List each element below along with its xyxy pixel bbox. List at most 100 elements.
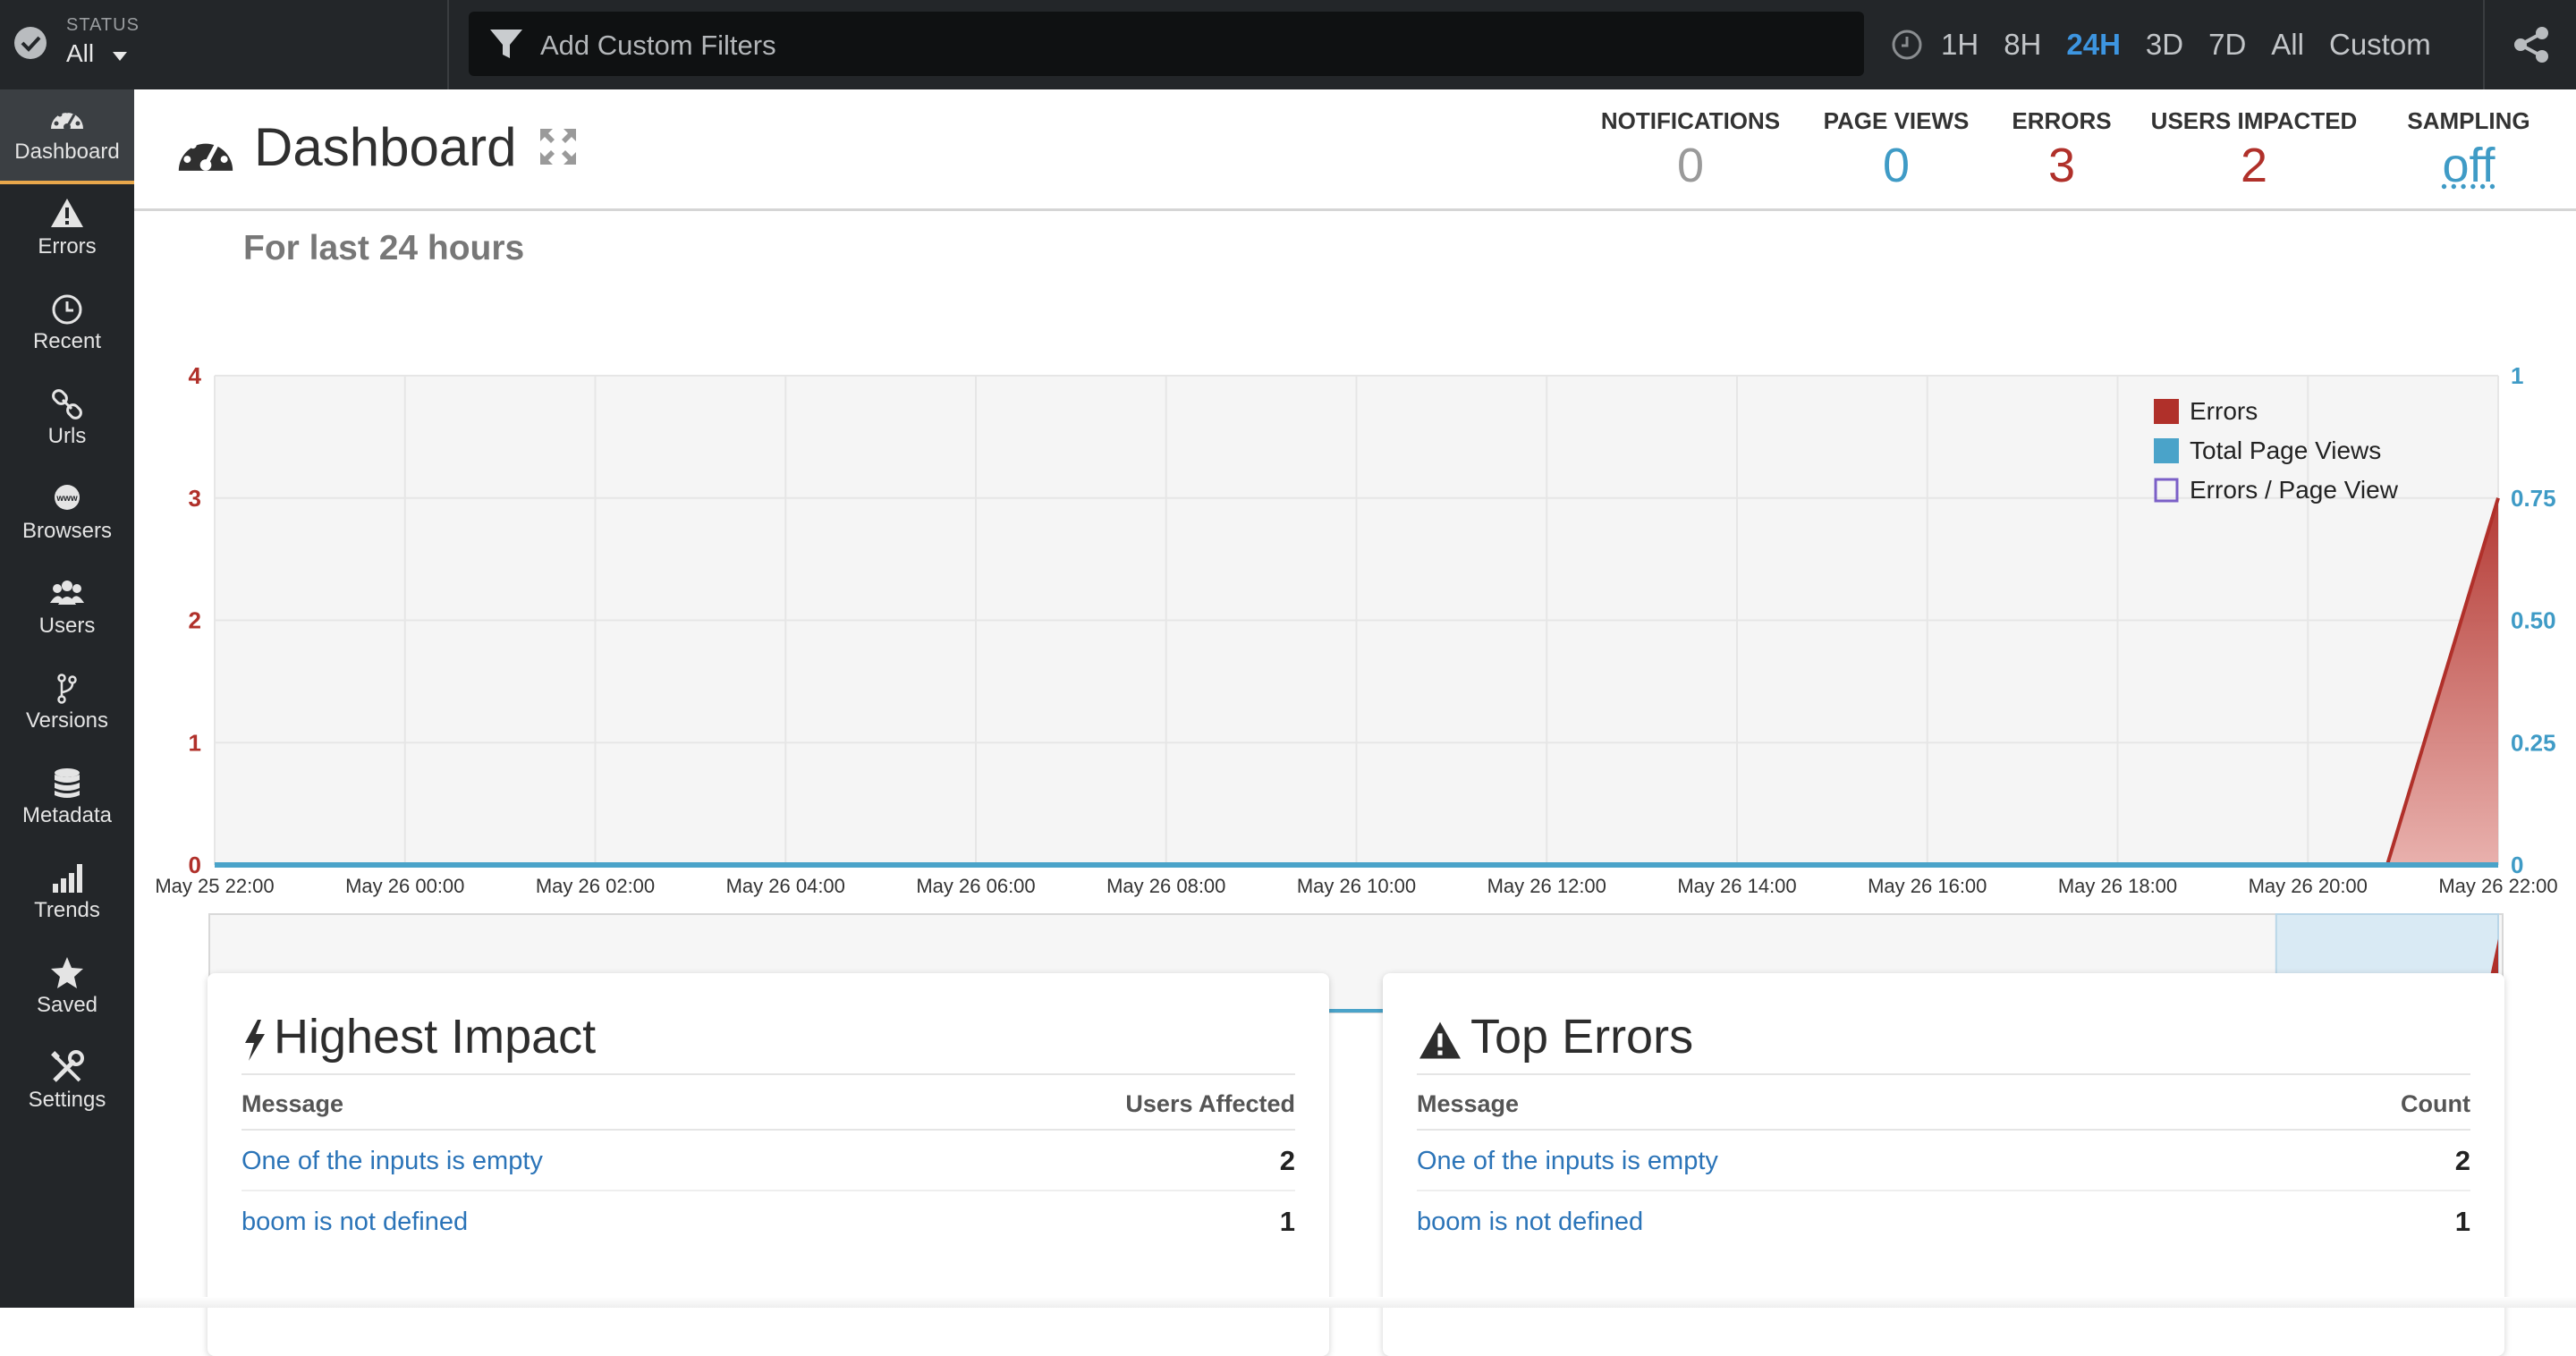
sidebar-item-recent[interactable]: Recent	[0, 279, 134, 374]
users-affected-count: 1	[1279, 1206, 1295, 1237]
stat-label-users-impacted: USERS IMPACTED	[2150, 107, 2358, 134]
table-row[interactable]: boom is not defined 1	[242, 1191, 1295, 1252]
sidebar-label-errors: Errors	[38, 234, 97, 258]
y-left-tick-label: 3	[189, 485, 201, 512]
page-title: Dashboard	[254, 117, 517, 177]
column-header-message: Message	[242, 1090, 344, 1117]
sidebar-label-recent: Recent	[32, 329, 102, 353]
error-message-link[interactable]: boom is not defined	[242, 1208, 468, 1237]
x-tick-label: May 26 18:00	[2058, 875, 2177, 897]
x-tick-label: May 26 06:00	[916, 875, 1035, 897]
y-right-tick-label: 0.25	[2511, 729, 2556, 756]
filter-icon	[490, 30, 522, 58]
sidebar-item-metadata[interactable]: Metadata	[0, 753, 134, 848]
table-row[interactable]: One of the inputs is empty 2	[242, 1131, 1295, 1191]
x-tick-label: May 26 20:00	[2249, 875, 2368, 897]
error-message-link[interactable]: boom is not defined	[1417, 1208, 1643, 1237]
bar-chart-icon	[53, 864, 82, 893]
errors-chart[interactable]: May 25 22:00 May 26 00:00 May 26 02:00 May …	[134, 250, 2576, 1091]
legend-swatch	[2154, 438, 2179, 463]
warning-icon	[1419, 1021, 1461, 1059]
x-tick-label: May 26 10:00	[1297, 875, 1416, 897]
dashboard-icon	[51, 108, 83, 131]
table-row[interactable]: One of the inputs is empty 2	[1417, 1131, 2470, 1191]
time-range-24h[interactable]: 24H	[2066, 28, 2121, 62]
stat-value-errors: 3	[2047, 139, 2076, 192]
y-left-tick-label: 2	[189, 607, 201, 634]
sidebar-item-saved[interactable]: Saved	[0, 943, 134, 1038]
time-range-7d[interactable]: 7D	[2208, 28, 2246, 62]
y-left-tick-label: 1	[189, 729, 201, 756]
table-row[interactable]: boom is not defined 1	[1417, 1191, 2470, 1252]
time-range-3d[interactable]: 3D	[2146, 28, 2183, 62]
stat-value-sampling[interactable]: off	[2397, 139, 2540, 192]
error-message-link[interactable]: One of the inputs is empty	[242, 1147, 543, 1176]
top-errors-heading: Top Errors	[1417, 1009, 1693, 1064]
x-tick-label: May 26 04:00	[726, 875, 845, 897]
column-header-count: Count	[2401, 1090, 2470, 1117]
stat-notifications: NOTIFICATIONS 0	[1583, 107, 1798, 192]
sidebar-label-urls: Urls	[47, 424, 87, 448]
sidebar-item-users[interactable]: Users	[0, 564, 134, 658]
stat-errors: ERRORS 3	[1995, 107, 2129, 192]
link-icon	[52, 389, 82, 420]
sidebar-label-saved: Saved	[36, 993, 98, 1017]
sidebar: Dashboard Errors Recent Urls www Browser…	[0, 89, 134, 1308]
stat-label-notifications: NOTIFICATIONS	[1600, 107, 1781, 134]
x-tick-label: May 26 12:00	[1487, 875, 1606, 897]
main-content: Dashboard NOTIFICATIONS 0 PAGE VIEWS 0 E…	[134, 89, 2576, 1356]
star-icon	[51, 957, 83, 988]
sidebar-item-versions[interactable]: Versions	[0, 658, 134, 753]
stat-label-errors: ERRORS	[2012, 107, 2112, 134]
highest-impact-header-row: Message Users Affected	[242, 1073, 1295, 1131]
status-filter[interactable]: STATUS All	[0, 0, 449, 89]
y-left-tick-label: 0	[189, 852, 201, 878]
bolt-icon	[245, 1019, 265, 1061]
status-value[interactable]: All	[66, 39, 94, 68]
globe-icon: www	[55, 485, 80, 510]
bottom-edge	[134, 1297, 2576, 1308]
x-tick-label: May 26 14:00	[1677, 875, 1796, 897]
sidebar-item-errors[interactable]: Errors	[0, 184, 134, 279]
custom-filter-input[interactable]: Add Custom Filters	[469, 12, 1864, 76]
share-button[interactable]	[2483, 0, 2576, 89]
column-header-message: Message	[1417, 1090, 1520, 1117]
sidebar-label-users: Users	[38, 614, 96, 638]
column-header-users-affected: Users Affected	[1125, 1090, 1295, 1117]
sidebar-label-metadata: Metadata	[21, 803, 113, 827]
error-count: 1	[2454, 1206, 2470, 1237]
top-errors-title: Top Errors	[1470, 1010, 1694, 1064]
time-range-all[interactable]: All	[2271, 28, 2304, 62]
sidebar-item-trends[interactable]: Trends	[0, 848, 134, 943]
error-message-link[interactable]: One of the inputs is empty	[1417, 1147, 1718, 1176]
dashboard-icon	[178, 134, 233, 171]
x-tick-label: May 26 16:00	[1868, 875, 1987, 897]
status-label: STATUS	[66, 15, 140, 35]
top-bar: STATUS All Add Custom Filters 1H 8H 24H …	[0, 0, 2576, 89]
legend-label: Errors	[2190, 397, 2258, 425]
time-range-selector: 1H 8H 24H 3D 7D All Custom	[1889, 0, 2456, 89]
stat-label-sampling: SAMPLING	[2407, 107, 2530, 134]
warning-icon	[51, 199, 83, 227]
time-range-1h[interactable]: 1H	[1941, 28, 1979, 62]
y-right-tick-label: 0	[2511, 852, 2523, 878]
stat-sampling[interactable]: SAMPLING off	[2397, 107, 2540, 192]
sidebar-item-settings[interactable]: Settings	[0, 1038, 134, 1132]
legend-label: Errors / Page View	[2190, 476, 2399, 504]
page-header: Dashboard NOTIFICATIONS 0 PAGE VIEWS 0 E…	[134, 89, 2576, 211]
x-tick-label: May 26 22:00	[2438, 875, 2557, 897]
sidebar-item-browsers[interactable]: www Browsers	[0, 469, 134, 564]
caret-down-icon[interactable]	[113, 52, 127, 61]
clock-icon	[1892, 30, 1922, 60]
sidebar-item-dashboard[interactable]: Dashboard	[0, 89, 134, 184]
x-tick-label: May 25 22:00	[155, 875, 274, 897]
x-tick-label: May 26 08:00	[1106, 875, 1225, 897]
expand-icon[interactable]	[537, 125, 580, 168]
y-right-tick-label: 0.50	[2511, 607, 2556, 634]
svg-text:www: www	[55, 494, 78, 504]
y-right-tick-label: 0.75	[2511, 485, 2556, 512]
time-range-8h[interactable]: 8H	[2004, 28, 2041, 62]
sidebar-item-urls[interactable]: Urls	[0, 374, 134, 469]
time-range-custom[interactable]: Custom	[2329, 28, 2431, 62]
sidebar-label-browsers: Browsers	[21, 519, 113, 543]
